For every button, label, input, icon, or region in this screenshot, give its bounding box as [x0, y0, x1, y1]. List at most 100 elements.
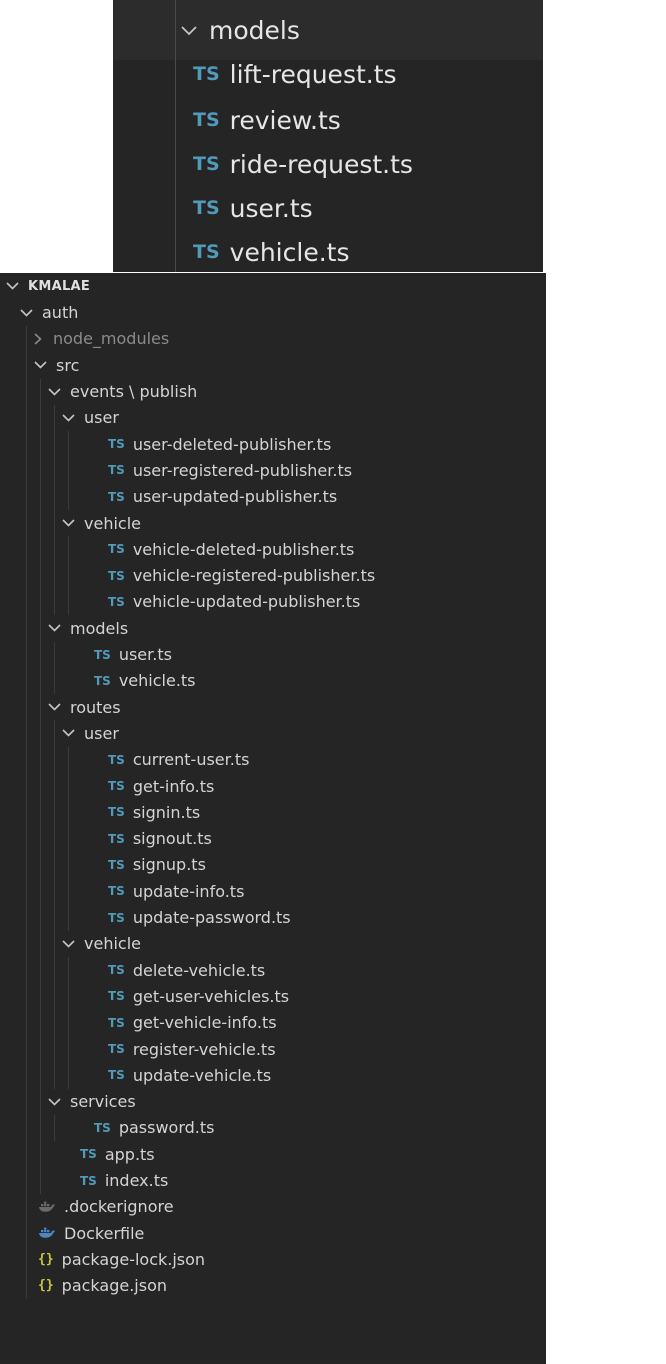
file-label: register-vehicle.ts: [132, 1039, 276, 1059]
typescript-icon: TS: [108, 489, 125, 504]
file-explorer-panel: KMALAE auth node_modulessrc events \ publi…: [0, 273, 546, 1364]
tree-file-signin-ts[interactable]: TS signin.ts: [108, 799, 200, 825]
file-label: vehicle.ts: [118, 671, 196, 691]
tree-folder-events-publish[interactable]: events \ publish: [48, 379, 197, 405]
tree-folder-models[interactable]: models: [48, 615, 128, 641]
explorer-root-header[interactable]: KMALAE: [6, 273, 90, 299]
tree-file-dockerfile[interactable]: Dockerfile: [38, 1220, 144, 1246]
tree-file-package-lock-json[interactable]: {} package-lock.json: [38, 1246, 205, 1272]
zoom-file-row[interactable]: TS lift-request.ts: [193, 62, 397, 87]
tree-file-get-user-vehicles-ts[interactable]: TS get-user-vehicles.ts: [108, 983, 289, 1009]
typescript-icon: TS: [108, 857, 125, 872]
file-label: vehicle-updated-publisher.ts: [132, 592, 361, 612]
chevron-right-icon: [34, 333, 42, 345]
tree-file-package-json[interactable]: {} package.json: [38, 1273, 167, 1299]
file-label: app.ts: [104, 1144, 155, 1164]
tree-file-user-ts[interactable]: TS user.ts: [94, 642, 172, 668]
hover-highlight: [113, 0, 543, 60]
file-label: user-updated-publisher.ts: [132, 487, 338, 507]
tree-file-user-registered-publisher-ts[interactable]: TS user-registered-publisher.ts: [108, 457, 352, 483]
tree-file-signup-ts[interactable]: TS signup.ts: [108, 852, 206, 878]
tree-file-register-vehicle-ts[interactable]: TS register-vehicle.ts: [108, 1036, 276, 1062]
tree-file-get-vehicle-info-ts[interactable]: TS get-vehicle-info.ts: [108, 1010, 277, 1036]
chevron-down-icon: [48, 624, 61, 632]
tree-folder-auth[interactable]: auth: [20, 300, 78, 326]
file-label: password.ts: [118, 1118, 215, 1138]
zoom-folder-models[interactable]: models: [181, 18, 300, 43]
docker-icon: [39, 1227, 55, 1238]
tree-folder-services[interactable]: services: [48, 1089, 136, 1115]
tree-folder-user[interactable]: user: [62, 720, 119, 746]
file-label: user-registered-publisher.ts: [132, 460, 353, 480]
file-label: get-info.ts: [132, 776, 215, 796]
dockerignore-icon: [39, 1201, 55, 1212]
zoom-file-row[interactable]: TS user.ts: [193, 196, 313, 221]
indent-guide: [54, 404, 55, 616]
tree-file-vehicle-deleted-publisher-ts[interactable]: TS vehicle-deleted-publisher.ts: [108, 536, 354, 562]
json-icon: {}: [38, 1278, 54, 1294]
tree-file-get-info-ts[interactable]: TS get-info.ts: [108, 773, 214, 799]
tree-file-update-password-ts[interactable]: TS update-password.ts: [108, 905, 291, 931]
tree-file-dockerignore[interactable]: .dockerignore: [38, 1194, 174, 1220]
tree-folder-src[interactable]: src: [34, 352, 79, 378]
chevron-down-icon: [48, 703, 61, 711]
typescript-icon: TS: [193, 241, 220, 263]
tree-folder-vehicle[interactable]: vehicle: [62, 931, 141, 957]
file-label: user.ts: [118, 645, 172, 664]
typescript-icon: TS: [108, 752, 125, 767]
tree-file-signout-ts[interactable]: TS signout.ts: [108, 826, 212, 852]
tree-folder-node-modules[interactable]: node_modules: [34, 326, 169, 352]
tree-file-vehicle-updated-publisher-ts[interactable]: TS vehicle-updated-publisher.ts: [108, 589, 360, 615]
typescript-icon: TS: [108, 1068, 125, 1083]
typescript-icon: TS: [108, 831, 125, 846]
tree-file-user-deleted-publisher-ts[interactable]: TS user-deleted-publisher.ts: [108, 431, 331, 457]
file-label: update-info.ts: [132, 881, 245, 901]
typescript-icon: TS: [108, 542, 125, 557]
typescript-icon: TS: [108, 594, 125, 609]
tree-file-vehicle-ts[interactable]: TS vehicle.ts: [94, 668, 196, 694]
zoom-file-row[interactable]: TS ride-request.ts: [193, 152, 413, 177]
file-label: lift-request.ts: [229, 60, 397, 89]
tree-file-update-vehicle-ts[interactable]: TS update-vehicle.ts: [108, 1062, 271, 1088]
folder-label: routes: [70, 697, 121, 717]
typescript-icon: TS: [108, 437, 125, 452]
file-label: Dockerfile: [64, 1223, 145, 1243]
tree-file-password-ts[interactable]: TS password.ts: [94, 1115, 214, 1141]
typescript-icon: TS: [94, 647, 111, 662]
file-label: current-user.ts: [132, 750, 250, 770]
folder-label: events \ publish: [70, 382, 198, 401]
indent-guide: [40, 378, 41, 1194]
tree-file-current-user-ts[interactable]: TS current-user.ts: [108, 747, 249, 773]
tree-file-app-ts[interactable]: TS app.ts: [80, 1141, 155, 1167]
indent-guide: [54, 1114, 55, 1142]
typescript-icon: TS: [108, 910, 125, 925]
typescript-icon: TS: [108, 963, 125, 978]
folder-label: node_modules: [53, 329, 170, 349]
zoomed-explorer-panel: models TS lift-request.ts TS review.ts T…: [113, 0, 543, 272]
chevron-down-icon: [6, 282, 19, 290]
folder-label: user: [84, 408, 119, 428]
tree-folder-user[interactable]: user: [62, 405, 119, 431]
file-label: update-vehicle.ts: [132, 1065, 272, 1085]
file-label: update-password.ts: [132, 908, 291, 927]
file-label: package-lock.json: [61, 1249, 206, 1269]
zoom-file-row[interactable]: TS vehicle.ts: [193, 240, 349, 265]
tree-file-user-updated-publisher-ts[interactable]: TS user-updated-publisher.ts: [108, 484, 337, 510]
file-label: package.json: [61, 1276, 167, 1296]
root-folder-label: KMALAE: [28, 278, 91, 294]
folder-label: src: [56, 355, 80, 375]
file-label: .dockerignore: [64, 1197, 174, 1217]
typescript-icon: TS: [193, 63, 220, 85]
chevron-down-icon: [48, 387, 61, 396]
file-label: signout.ts: [132, 829, 212, 849]
zoom-file-row[interactable]: TS review.ts: [193, 108, 341, 133]
chevron-down-icon: [48, 1098, 61, 1106]
indent-guide: [54, 641, 55, 695]
tree-file-update-info-ts[interactable]: TS update-info.ts: [108, 878, 244, 904]
tree-file-delete-vehicle-ts[interactable]: TS delete-vehicle.ts: [108, 957, 265, 983]
tree-folder-vehicle[interactable]: vehicle: [62, 510, 141, 536]
tree-file-vehicle-registered-publisher-ts[interactable]: TS vehicle-registered-publisher.ts: [108, 563, 375, 589]
folder-label: vehicle: [84, 934, 141, 954]
tree-file-index-ts[interactable]: TS index.ts: [80, 1168, 168, 1194]
tree-folder-routes[interactable]: routes: [48, 694, 121, 720]
